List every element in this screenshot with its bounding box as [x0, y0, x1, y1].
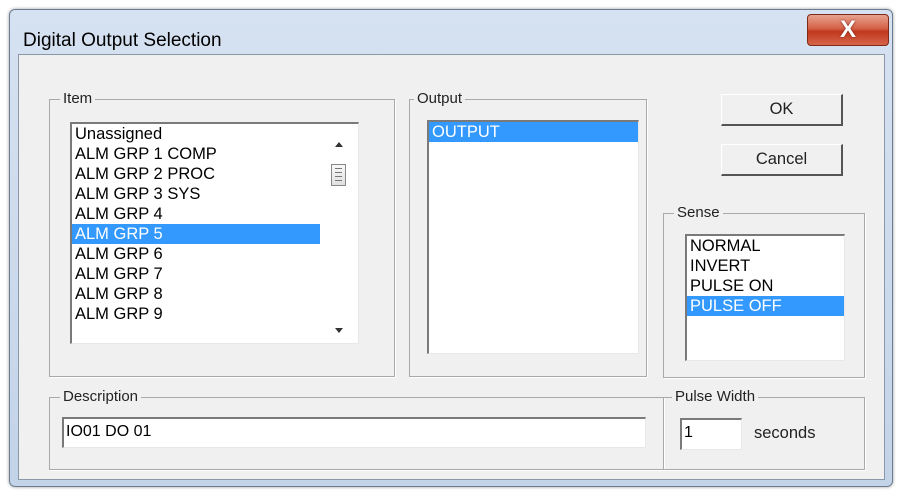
item-list-item[interactable]: ALM GRP 6 — [72, 244, 320, 264]
close-button[interactable]: X — [807, 14, 889, 46]
sense-list-item[interactable]: PULSE ON — [687, 276, 844, 296]
ok-button[interactable]: OK — [721, 94, 843, 126]
scroll-thumb[interactable] — [331, 164, 346, 186]
description-group: Description IO01 DO 01 — [49, 388, 664, 470]
description-input[interactable]: IO01 DO 01 — [62, 417, 646, 448]
item-listbox[interactable]: Unassigned ALM GRP 1 COMP ALM GRP 2 PROC AL… — [70, 122, 359, 344]
pulse-width-group: Pulse Width 1 seconds — [663, 388, 865, 470]
cancel-button[interactable]: Cancel — [721, 144, 843, 176]
pulse-width-input[interactable]: 1 — [680, 418, 742, 450]
item-list-item[interactable]: ALM GRP 7 — [72, 264, 320, 284]
scroll-down-arrow-icon[interactable] — [335, 328, 343, 333]
dialog-client-area: Item Unassigned ALM GRP 1 COMP ALM GRP 2 P… — [18, 54, 885, 480]
item-list-item[interactable]: ALM GRP 1 COMP — [72, 144, 320, 164]
sense-list-item[interactable]: NORMAL — [687, 236, 844, 256]
output-group: Output OUTPUT — [409, 90, 647, 377]
pulse-width-unit: seconds — [754, 424, 816, 442]
sense-listbox[interactable]: NORMAL INVERT PULSE ON PULSE OFF — [685, 234, 845, 361]
sense-group-label: Sense — [674, 204, 723, 221]
item-list-item[interactable]: ALM GRP 4 — [72, 204, 320, 224]
window-title: Digital Output Selection — [23, 30, 222, 51]
item-group: Item Unassigned ALM GRP 1 COMP ALM GRP 2 P… — [49, 90, 395, 377]
output-group-label: Output — [414, 90, 466, 107]
item-list-item[interactable]: ALM GRP 3 SYS — [72, 184, 320, 204]
output-listbox[interactable]: OUTPUT — [427, 120, 639, 354]
dialog-window: Digital Output Selection X Item Unassign… — [9, 9, 893, 487]
item-group-label: Item — [60, 90, 96, 107]
item-list-item[interactable]: ALM GRP 9 — [72, 304, 320, 324]
sense-list-item[interactable]: PULSE OFF — [687, 296, 844, 316]
sense-list-item[interactable]: INVERT — [687, 256, 844, 276]
item-list-item[interactable]: ALM GRP 2 PROC — [72, 164, 320, 184]
sense-group: Sense NORMAL INVERT PULSE ON PULSE OFF — [663, 204, 865, 378]
description-group-label: Description — [60, 388, 142, 405]
scroll-up-arrow-icon[interactable] — [335, 142, 343, 147]
item-list-item[interactable]: Unassigned — [72, 124, 320, 144]
output-list-item[interactable]: OUTPUT — [429, 122, 638, 142]
item-list-item[interactable]: ALM GRP 8 — [72, 284, 320, 304]
close-icon: X — [839, 16, 856, 43]
pulse-width-group-label: Pulse Width — [672, 388, 759, 405]
item-scrollbar[interactable] — [320, 124, 358, 343]
item-list-item[interactable]: ALM GRP 5 — [72, 224, 320, 244]
